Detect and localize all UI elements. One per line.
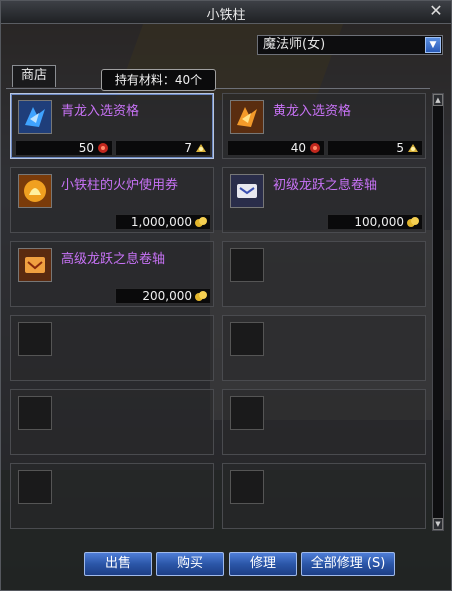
empty-slot-icon <box>230 396 264 430</box>
cost-material-b: 5 <box>327 140 423 156</box>
tab-shop[interactable]: 商店 <box>12 65 56 87</box>
red-material-icon <box>310 143 320 153</box>
repair-all-button[interactable]: 全部修理 (S) <box>301 552 395 576</box>
item-price: 1,000,000 <box>115 214 211 230</box>
shop-item-slot[interactable]: 青龙入选资格 50 7 <box>10 93 214 159</box>
shop-item-slot[interactable]: 小铁柱的火炉使用券 1,000,000 <box>10 167 214 233</box>
blue-dragon-ticket-icon <box>18 100 52 134</box>
cost-material-a: 40 <box>227 140 325 156</box>
empty-item-slot[interactable] <box>10 315 214 381</box>
material-tooltip: 持有材料：40个 <box>101 69 216 91</box>
gold-material-icon <box>196 144 206 152</box>
item-name: 黄龙入选资格 <box>273 104 352 119</box>
shop-item-slot[interactable]: 高级龙跃之息卷轴 200,000 <box>10 241 214 307</box>
empty-slot-icon <box>230 470 264 504</box>
empty-item-slot[interactable] <box>222 463 426 529</box>
empty-item-slot[interactable] <box>222 241 426 307</box>
title-bar[interactable]: 小铁柱 ✕ <box>1 1 451 24</box>
item-grid: 青龙入选资格 50 7 黄龙入选资格 40 5 小铁柱的火炉使用券 1,000,… <box>6 88 430 535</box>
price-value: 200,000 <box>142 289 192 303</box>
class-filter-dropdown[interactable]: 魔法师(女) ▼ <box>257 35 443 55</box>
buy-button[interactable]: 购买 <box>156 552 224 576</box>
yellow-dragon-ticket-icon <box>230 100 264 134</box>
price-value: 1,000,000 <box>130 215 192 229</box>
empty-item-slot[interactable] <box>222 315 426 381</box>
advanced-dragon-scroll-icon <box>18 248 52 282</box>
cost-value: 7 <box>184 141 192 155</box>
class-filter-value: 魔法师(女) <box>263 37 326 52</box>
shop-window: 小铁柱 ✕ 魔法师(女) ▼ 商店 持有材料：40个 青龙入选资格 50 7 黄… <box>0 0 452 591</box>
close-icon[interactable]: ✕ <box>427 2 445 20</box>
empty-slot-icon <box>18 396 52 430</box>
sell-button[interactable]: 出售 <box>84 552 152 576</box>
empty-item-slot[interactable] <box>10 463 214 529</box>
item-name: 高级龙跃之息卷轴 <box>61 252 166 267</box>
item-price: 100,000 <box>327 214 423 230</box>
basic-dragon-scroll-icon <box>230 174 264 208</box>
item-name: 初级龙跃之息卷轴 <box>273 178 378 193</box>
cost-value: 5 <box>396 141 404 155</box>
gold-coin-icon <box>195 291 207 301</box>
item-list-scrollbar[interactable]: ▲ ▼ <box>432 93 444 531</box>
cost-material-a: 50 <box>15 140 113 156</box>
shop-item-slot[interactable]: 黄龙入选资格 40 5 <box>222 93 426 159</box>
empty-slot-icon <box>18 470 52 504</box>
repair-button[interactable]: 修理 <box>229 552 297 576</box>
price-value: 100,000 <box>354 215 404 229</box>
furnace-ticket-icon <box>18 174 52 208</box>
item-price: 200,000 <box>115 288 211 304</box>
gold-material-icon <box>408 144 418 152</box>
item-name: 青龙入选资格 <box>61 104 140 119</box>
cost-value: 40 <box>290 141 306 155</box>
empty-item-slot[interactable] <box>222 389 426 455</box>
shop-item-slot[interactable]: 初级龙跃之息卷轴 100,000 <box>222 167 426 233</box>
scroll-up-icon[interactable]: ▲ <box>433 94 443 106</box>
gold-coin-icon <box>407 217 419 227</box>
red-material-icon <box>98 143 108 153</box>
empty-item-slot[interactable] <box>10 389 214 455</box>
gold-coin-icon <box>195 217 207 227</box>
window-title: 小铁柱 <box>206 8 246 23</box>
cost-value: 50 <box>78 141 94 155</box>
cost-material-b: 7 <box>115 140 211 156</box>
empty-slot-icon <box>18 322 52 356</box>
item-name: 小铁柱的火炉使用券 <box>61 178 179 193</box>
empty-slot-icon <box>230 248 264 282</box>
chevron-down-icon[interactable]: ▼ <box>425 37 441 53</box>
empty-slot-icon <box>230 322 264 356</box>
scroll-down-icon[interactable]: ▼ <box>433 518 443 530</box>
